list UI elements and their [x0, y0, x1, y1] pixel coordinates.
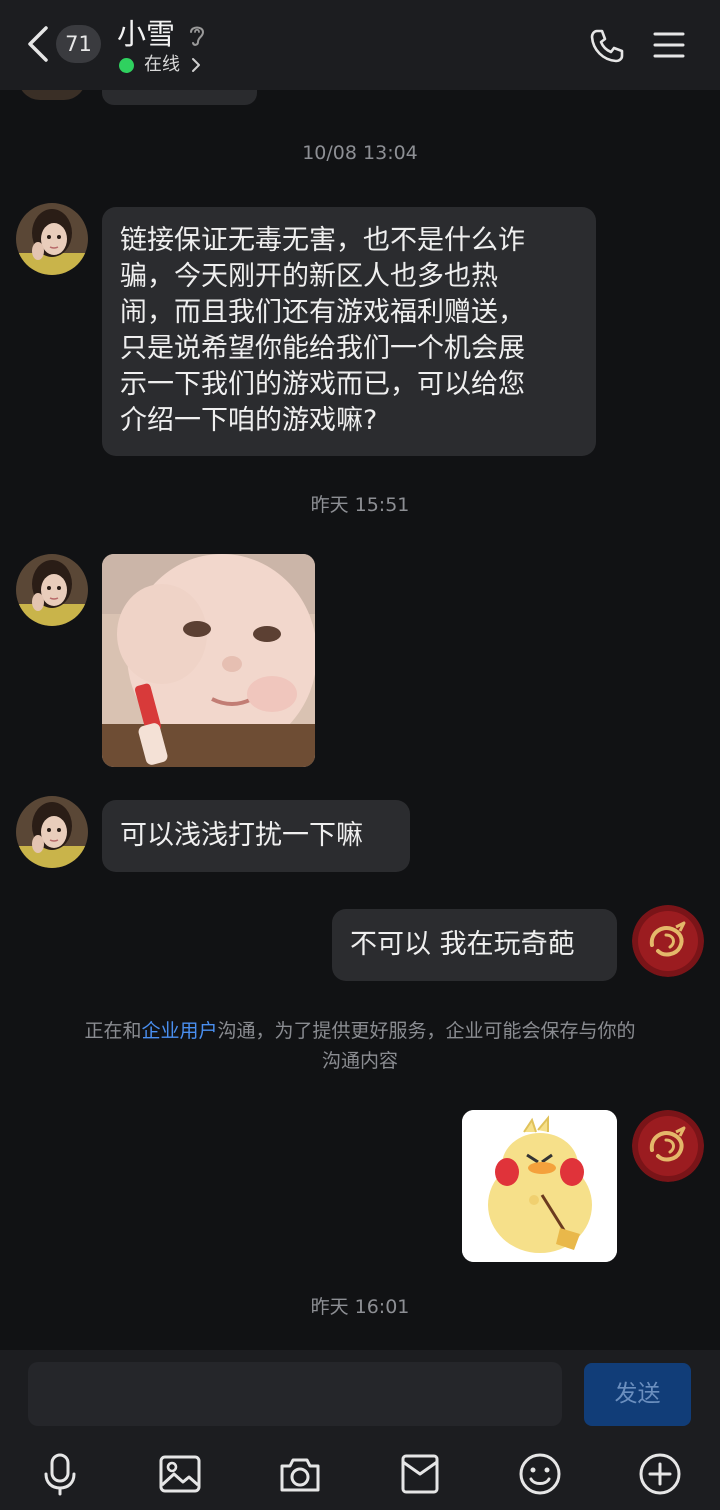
my-avatar[interactable]	[632, 1110, 704, 1182]
message-timestamp: 10/08 13:04	[302, 142, 418, 164]
chat-header: 71 小雪 在线	[0, 0, 720, 90]
message-bubble-incoming[interactable]: 可以浅浅打扰一下嘛	[102, 800, 410, 872]
camera-icon[interactable]	[278, 1452, 322, 1496]
image-icon[interactable]	[158, 1452, 202, 1496]
my-avatar[interactable]	[632, 905, 704, 977]
message-timestamp: 昨天 15:51	[310, 494, 410, 516]
chevron-right-icon[interactable]	[190, 57, 202, 73]
contact-avatar[interactable]	[16, 203, 88, 275]
message-line: 闹，而且我们还有游戏福利赠送，	[120, 297, 525, 328]
enterprise-user-link[interactable]: 企业用户	[141, 1020, 217, 1042]
message-bubble-incoming[interactable]: 链接保证无毒无害，也不是什么诈 骗，今天刚开的新区人也多也热 闹，而且我们还有游…	[102, 207, 596, 456]
message-line: 不可以 我在玩奇葩	[350, 929, 575, 960]
notice-text: 沟通内容	[321, 1050, 398, 1072]
back-arrow-icon[interactable]	[22, 22, 56, 66]
unread-count-badge[interactable]: 71	[56, 25, 101, 63]
message-line: 链接保证无毒无害，也不是什么诈	[120, 225, 525, 256]
emoji-icon[interactable]	[518, 1452, 562, 1496]
online-status-text[interactable]: 在线	[144, 51, 180, 79]
notice-text: 沟通，为了提供更好服务，企业可能会保存与你的	[217, 1020, 636, 1042]
send-button[interactable]: 发送	[584, 1363, 691, 1426]
message-line: 示一下我们的游戏而已，可以给您	[120, 369, 525, 400]
message-line: 骗，今天刚开的新区人也多也热	[120, 261, 498, 292]
plus-icon[interactable]	[638, 1452, 682, 1496]
message-line: 介绍一下咱的游戏嘛?	[120, 405, 378, 436]
sticker-image-baby[interactable]	[102, 554, 315, 767]
sticker-image-duck[interactable]	[462, 1110, 617, 1262]
notice-text: 正在和	[84, 1020, 142, 1042]
enterprise-notice: 正在和企业用户沟通，为了提供更好服务，企业可能会保存与你的 沟通内容	[36, 1016, 684, 1076]
menu-icon[interactable]	[653, 30, 685, 60]
contact-avatar[interactable]	[16, 796, 88, 868]
message-line: 只是说希望你能给我们一个机会展	[120, 333, 525, 364]
contact-avatar[interactable]	[16, 554, 88, 626]
contact-name[interactable]: 小雪	[117, 14, 175, 54]
hearing-icon[interactable]	[186, 22, 208, 48]
phone-icon[interactable]	[588, 27, 626, 65]
message-line: 可以浅浅打扰一下嘛	[120, 820, 363, 851]
envelope-icon[interactable]	[398, 1452, 442, 1496]
online-status-dot	[119, 58, 134, 73]
message-input[interactable]	[28, 1362, 562, 1426]
microphone-icon[interactable]	[38, 1452, 82, 1496]
message-bubble-outgoing[interactable]: 不可以 我在玩奇葩	[332, 909, 617, 981]
message-timestamp: 昨天 16:01	[310, 1296, 410, 1318]
